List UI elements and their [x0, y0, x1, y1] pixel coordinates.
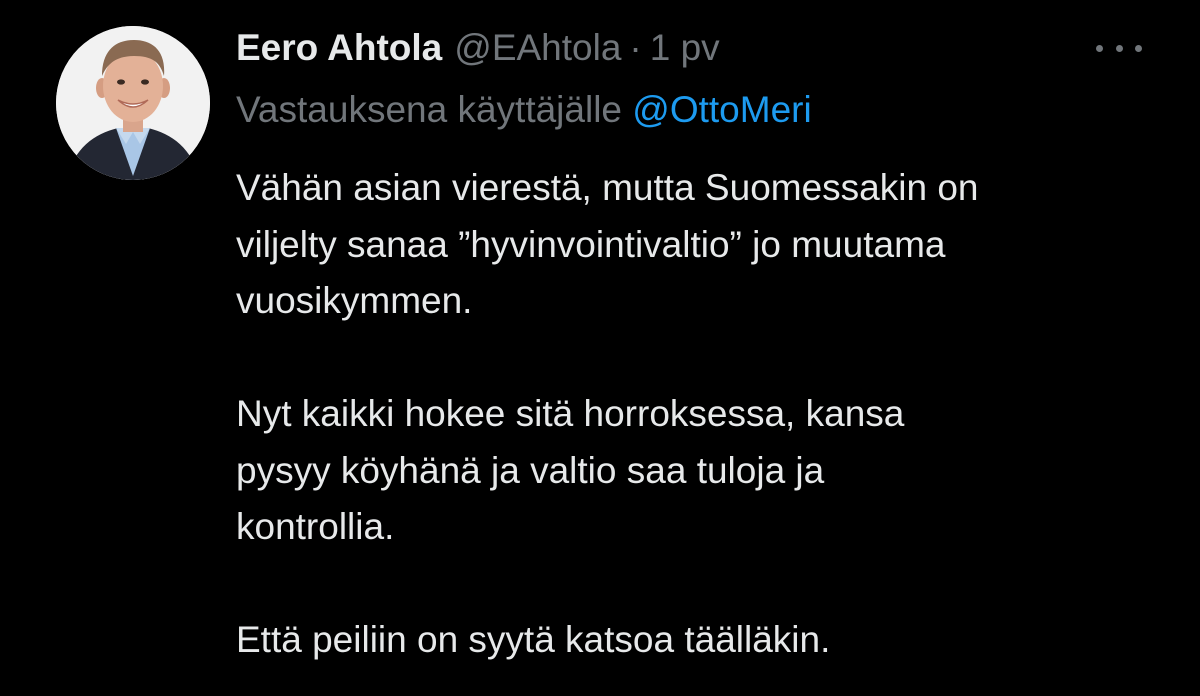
tweet-text-line: pysyy köyhänä ja valtio saa tuloja ja: [236, 449, 825, 491]
avatar[interactable]: [56, 26, 210, 180]
ellipsis-icon: [1096, 44, 1103, 52]
reply-context-prefix: Vastauksena käyttäjälle: [236, 89, 622, 130]
tweet-text-line: vuosikymmen.: [236, 280, 473, 321]
profile-photo-icon: [56, 26, 210, 180]
meta-separator: ·: [629, 27, 642, 68]
ellipsis-icon-dot: [1135, 44, 1142, 52]
tweet-text-line: Nyt kaikki hokee sitä horroksessa, kansa: [236, 393, 905, 434]
tweet[interactable]: Eero Ahtola @EAhtola · 1 pv Vastauksena …: [0, 0, 1200, 696]
author-display-name[interactable]: Eero Ahtola: [236, 24, 442, 72]
reply-mention-link[interactable]: @OttoMeri: [632, 89, 811, 130]
timestamp[interactable]: 1 pv: [650, 24, 720, 72]
tweet-text-line: kontrollia.: [236, 506, 395, 547]
tweet-body: Vähän asian vierestä, mutta Suomessakin …: [236, 160, 1176, 669]
ellipsis-icon-dot: [1115, 44, 1123, 52]
author-handle[interactable]: @EAhtola: [454, 24, 621, 72]
tweet-text-line: Vähän asian vierestä, mutta Suomessakin …: [236, 167, 979, 208]
reply-context: Vastauksena käyttäjälle @OttoMeri: [236, 86, 812, 134]
tweet-text-line: viljelty sanaa ”hyvinvointivaltio” jo mu…: [236, 223, 946, 265]
tweet-text-line: Että peiliin on syytä katsoa täälläkin.: [236, 619, 831, 660]
more-options-button[interactable]: [1096, 36, 1142, 60]
tweet-header: Eero Ahtola @EAhtola · 1 pv: [236, 24, 720, 72]
